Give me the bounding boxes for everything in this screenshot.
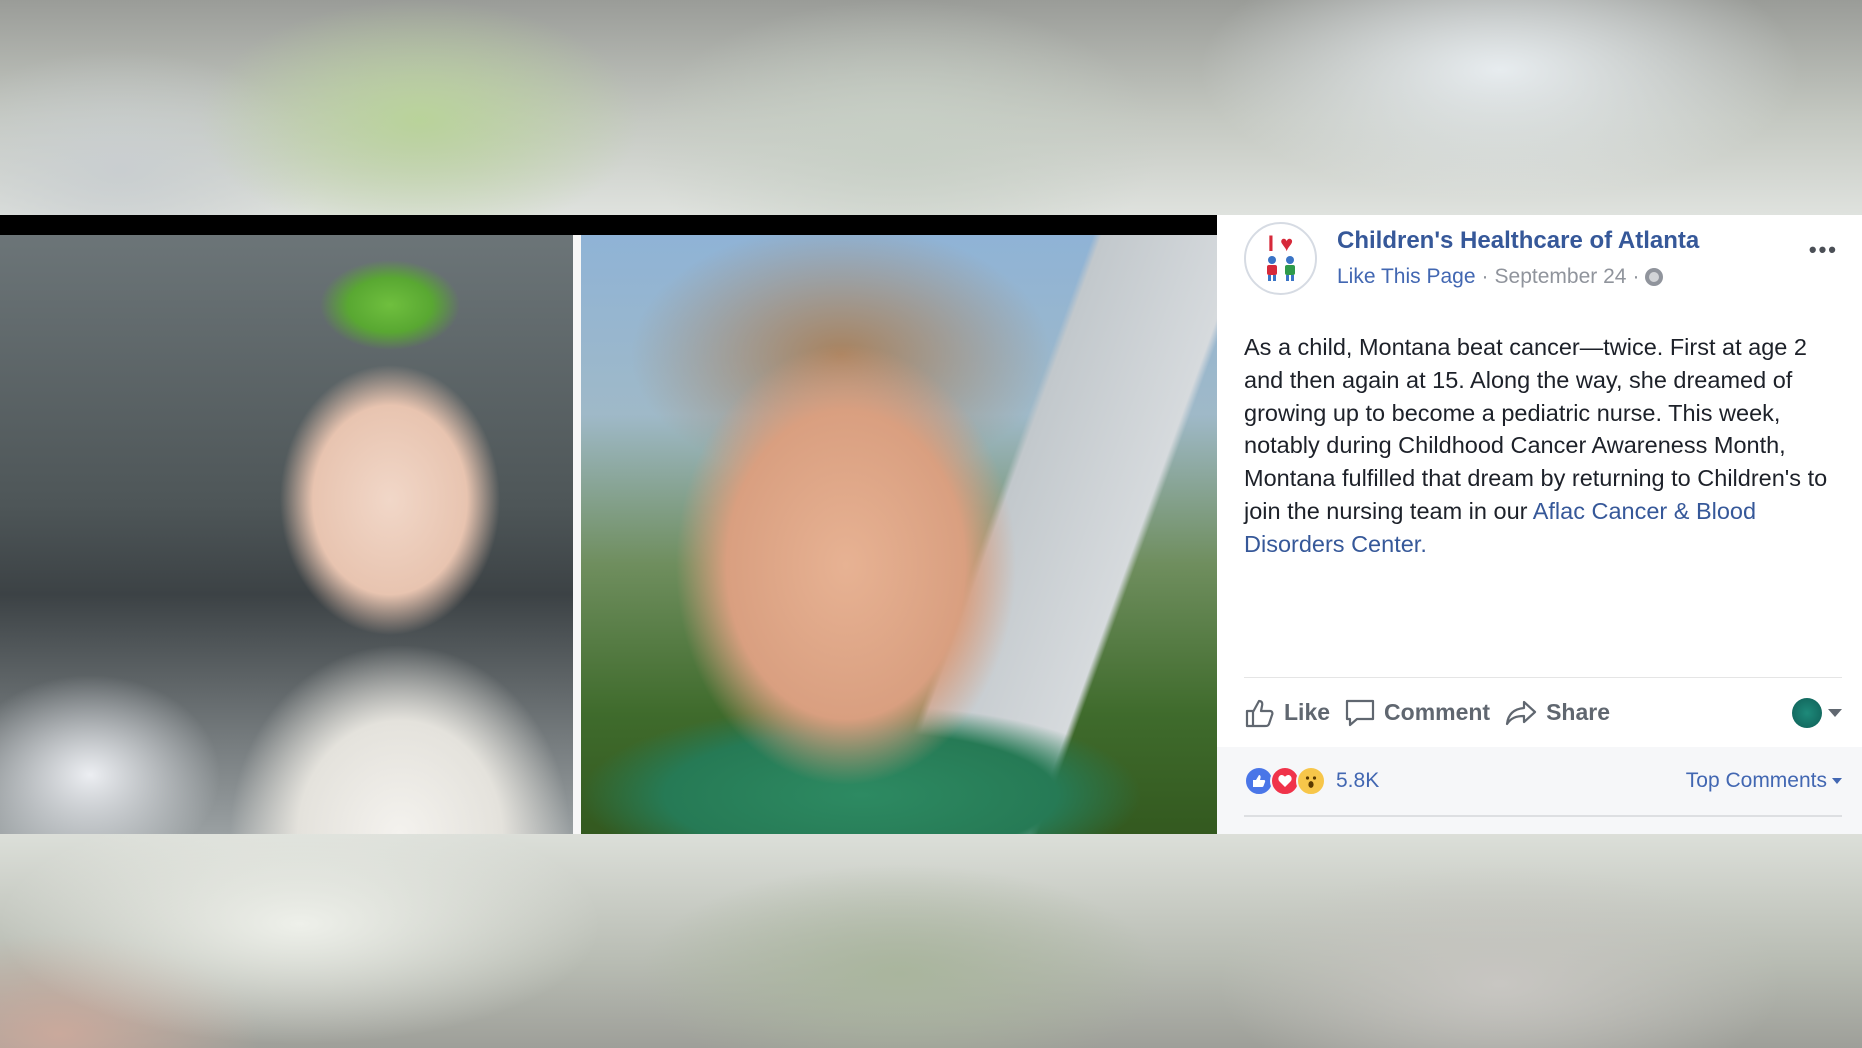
thumbs-up-icon xyxy=(1244,698,1276,728)
photo-nurse-adult[interactable] xyxy=(581,235,1217,834)
photo-top-border xyxy=(0,215,1217,235)
acting-page-avatar xyxy=(1792,697,1822,728)
post-body: As a child, Montana beat cancer—twice. F… xyxy=(1244,331,1844,561)
post-meta-row: Like This Page · September 24 · xyxy=(1337,265,1664,289)
reactions-inner: 5.8K Top Comments xyxy=(1244,747,1842,817)
facebook-post-panel: I ♥ Children's Healthcare of Atlanta Lik… xyxy=(1217,215,1862,834)
wow-reaction-icon xyxy=(1296,766,1326,796)
reactions-row: 5.8K Top Comments xyxy=(1217,747,1862,834)
comment-icon xyxy=(1344,698,1376,728)
reaction-count[interactable]: 5.8K xyxy=(1336,769,1379,793)
meta-separator-2: · xyxy=(1632,265,1640,288)
more-options-icon[interactable]: ••• xyxy=(1809,237,1838,263)
top-comments-dropdown[interactable]: Top Comments xyxy=(1686,769,1842,793)
share-button[interactable]: Share xyxy=(1504,698,1610,728)
meta-separator: · xyxy=(1481,265,1489,288)
blurred-background-bottom xyxy=(0,834,1862,1048)
like-page-link[interactable]: Like This Page xyxy=(1337,265,1476,289)
like-button[interactable]: Like xyxy=(1244,698,1330,728)
post-date[interactable]: September 24 xyxy=(1495,265,1627,289)
react-as-selector[interactable] xyxy=(1792,697,1842,728)
caret-down-icon xyxy=(1828,708,1842,717)
avatar-kids-figures xyxy=(1261,255,1301,285)
blurred-background-top xyxy=(0,0,1862,215)
photo-divider xyxy=(573,235,581,834)
comment-button[interactable]: Comment xyxy=(1344,698,1490,728)
page-name-link[interactable]: Children's Healthcare of Atlanta xyxy=(1337,227,1699,255)
comment-label: Comment xyxy=(1384,699,1491,725)
post-action-bar: Like Comment Share xyxy=(1244,677,1842,747)
reaction-icons[interactable] xyxy=(1244,766,1326,796)
post-body-text: As a child, Montana beat cancer—twice. F… xyxy=(1244,334,1828,524)
share-label: Share xyxy=(1546,699,1611,725)
avatar-logo-text: I ♥ xyxy=(1267,230,1294,256)
page-avatar[interactable]: I ♥ xyxy=(1244,222,1317,295)
caret-down-icon xyxy=(1832,778,1842,784)
share-icon xyxy=(1504,698,1538,728)
like-label: Like xyxy=(1284,699,1331,725)
top-comments-label: Top Comments xyxy=(1685,769,1827,792)
photo-child-hospital[interactable] xyxy=(0,235,573,834)
globe-icon[interactable] xyxy=(1645,268,1664,286)
